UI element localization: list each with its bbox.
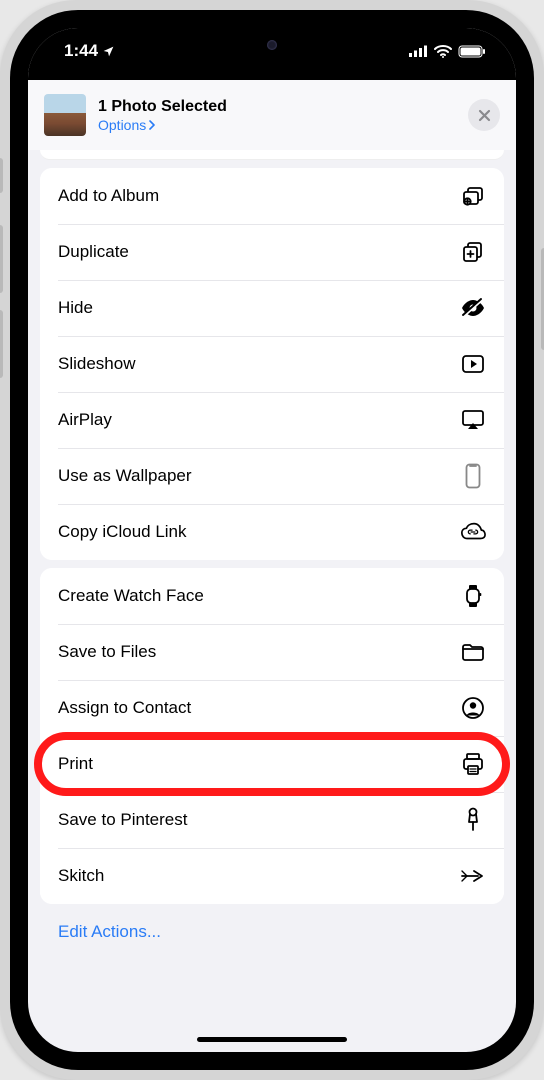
action-print[interactable]: Print: [40, 736, 504, 792]
pin-icon: [460, 807, 486, 833]
action-label: Save to Files: [58, 642, 156, 662]
action-save-to-pinterest[interactable]: Save to Pinterest: [40, 792, 504, 848]
mute-switch: [0, 158, 3, 193]
action-label: Save to Pinterest: [58, 810, 187, 830]
cellular-icon: [408, 45, 428, 57]
action-use-as-wallpaper[interactable]: Use as Wallpaper: [40, 448, 504, 504]
status-time: 1:44: [64, 41, 115, 61]
battery-icon: [458, 45, 486, 58]
group-peek: [40, 150, 504, 160]
action-label: Duplicate: [58, 242, 129, 262]
edit-actions-button[interactable]: Edit Actions...: [40, 904, 504, 966]
status-right: [408, 45, 486, 58]
volume-down-button: [0, 310, 3, 378]
watch-icon: [460, 583, 486, 609]
duplicate-icon: [460, 239, 486, 265]
share-sheet-header: 1 Photo Selected Options: [28, 80, 516, 150]
screen: 1:44 1: [28, 28, 516, 1052]
folder-icon: [460, 639, 486, 665]
action-create-watch-face[interactable]: Create Watch Face: [40, 568, 504, 624]
action-assign-to-contact[interactable]: Assign to Contact: [40, 680, 504, 736]
action-label: Add to Album: [58, 186, 159, 206]
action-label: Print: [58, 754, 93, 774]
close-icon: [478, 109, 491, 122]
volume-up-button: [0, 225, 3, 293]
sheet-header-text: 1 Photo Selected Options: [98, 98, 456, 133]
play-rect-icon: [460, 351, 486, 377]
home-indicator[interactable]: [197, 1037, 347, 1042]
action-label: Assign to Contact: [58, 698, 191, 718]
highlight-ring: [34, 732, 510, 796]
cloud-link-icon: [460, 519, 486, 545]
action-group-1: Add to Album Duplicate Hide: [40, 168, 504, 560]
action-group-2: Create Watch Face Save to Files Assign t…: [40, 568, 504, 904]
action-save-to-files[interactable]: Save to Files: [40, 624, 504, 680]
action-skitch[interactable]: Skitch: [40, 848, 504, 904]
airplay-icon: [460, 407, 486, 433]
sheet-title: 1 Photo Selected: [98, 98, 456, 116]
action-label: Skitch: [58, 866, 104, 886]
action-label: Use as Wallpaper: [58, 466, 192, 486]
notch: [167, 28, 377, 62]
action-add-to-album[interactable]: Add to Album: [40, 168, 504, 224]
action-label: Hide: [58, 298, 93, 318]
action-hide[interactable]: Hide: [40, 280, 504, 336]
action-copy-icloud-link[interactable]: Copy iCloud Link: [40, 504, 504, 560]
action-slideshow[interactable]: Slideshow: [40, 336, 504, 392]
options-button[interactable]: Options: [98, 117, 456, 133]
skitch-icon: [460, 863, 486, 889]
clock-text: 1:44: [64, 41, 98, 61]
location-arrow-icon: [102, 45, 115, 58]
wifi-icon: [434, 45, 452, 58]
phone-frame: 1:44 1: [0, 0, 544, 1080]
action-label: AirPlay: [58, 410, 112, 430]
options-label: Options: [98, 117, 146, 133]
action-label: Slideshow: [58, 354, 136, 374]
actions-scroll[interactable]: Add to Album Duplicate Hide: [28, 150, 516, 976]
action-duplicate[interactable]: Duplicate: [40, 224, 504, 280]
phone-bezel: 1:44 1: [10, 10, 534, 1070]
photo-thumbnail[interactable]: [44, 94, 86, 136]
print-icon: [460, 751, 486, 777]
action-label: Copy iCloud Link: [58, 522, 187, 542]
phone-icon: [460, 463, 486, 489]
contact-icon: [460, 695, 486, 721]
album-add-icon: [460, 183, 486, 209]
chevron-right-icon: [148, 120, 156, 130]
hide-icon: [460, 295, 486, 321]
action-label: Create Watch Face: [58, 586, 204, 606]
action-airplay[interactable]: AirPlay: [40, 392, 504, 448]
close-button[interactable]: [468, 99, 500, 131]
